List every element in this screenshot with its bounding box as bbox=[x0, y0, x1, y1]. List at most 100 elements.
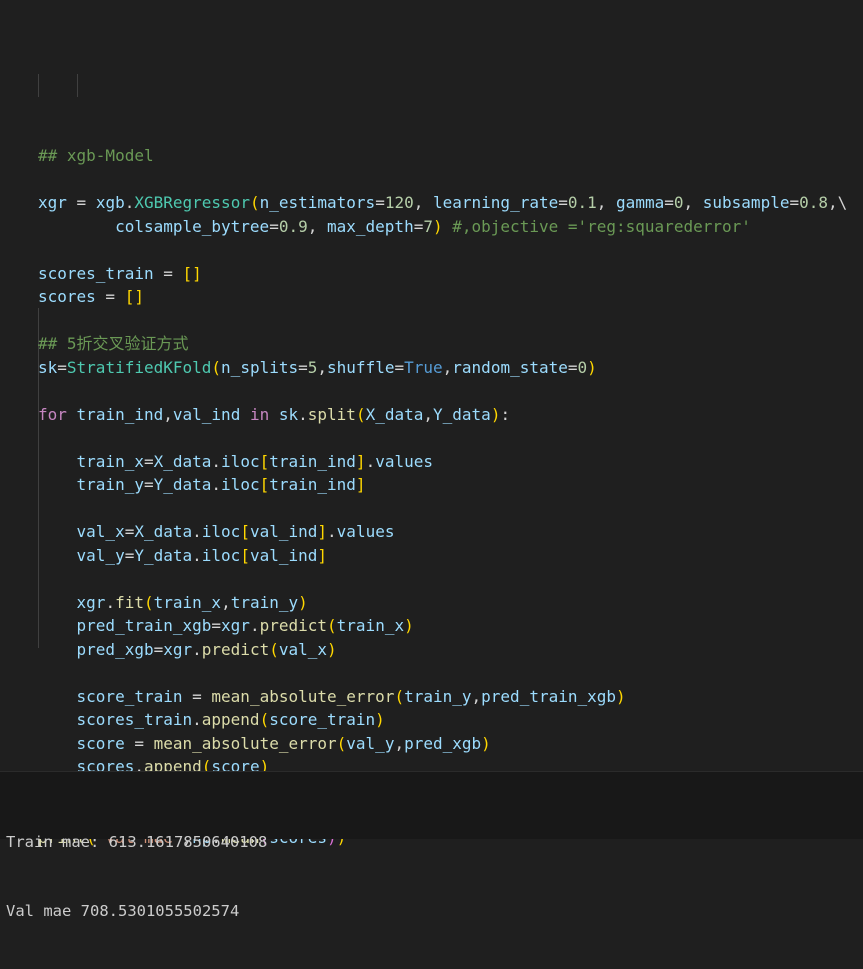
code-line[interactable]: scores = [] bbox=[38, 285, 847, 309]
code-token: ( bbox=[259, 710, 270, 729]
code-line[interactable] bbox=[38, 379, 847, 403]
indent-guide bbox=[38, 73, 39, 97]
code-token: xgr bbox=[76, 592, 106, 612]
code-token: ) bbox=[432, 216, 443, 236]
code-token: ( bbox=[249, 193, 260, 212]
code-token: = bbox=[153, 263, 183, 283]
code-token: ) bbox=[587, 357, 597, 377]
code-token: = bbox=[211, 616, 222, 635]
code-line[interactable]: colsample_bytree=0.9, max_depth=7) #,obj… bbox=[38, 215, 847, 239]
code-token: val_x bbox=[278, 639, 328, 659]
code-token: in bbox=[240, 404, 279, 424]
code-token: = bbox=[124, 733, 154, 753]
code-token: val_ind bbox=[249, 545, 318, 565]
code-token: sk bbox=[38, 357, 58, 377]
code-token: [ bbox=[259, 451, 270, 471]
code-token: . bbox=[192, 545, 202, 565]
code-token: StratifiedKFold bbox=[66, 357, 212, 377]
code-line[interactable]: sk=StratifiedKFold(n_splits=5,shuffle=Tr… bbox=[38, 356, 847, 380]
code-line[interactable]: val_x=X_data.iloc[val_ind].values bbox=[38, 520, 847, 544]
code-token: xgr bbox=[221, 616, 250, 635]
code-token: = bbox=[269, 216, 279, 236]
code-line[interactable] bbox=[38, 497, 847, 521]
code-token: , bbox=[471, 686, 482, 706]
code-token: , bbox=[221, 592, 231, 612]
code-token: . bbox=[124, 193, 135, 212]
code-line[interactable]: val_y=Y_data.iloc[val_ind] bbox=[38, 544, 847, 568]
code-token: . bbox=[327, 522, 337, 541]
code-token: . bbox=[365, 451, 376, 471]
code-token: colsample_bytree bbox=[115, 216, 270, 236]
code-token: score_train bbox=[269, 710, 376, 729]
code-token: scores_train bbox=[38, 263, 154, 283]
code-line[interactable] bbox=[38, 238, 847, 262]
code-token: . bbox=[298, 404, 308, 424]
code-editor[interactable]: ## xgb-Model xgr = xgb.XGBRegressor(n_es… bbox=[38, 3, 847, 849]
cell-output: Train mae: 613.1617850640108 Val mae 708… bbox=[0, 771, 863, 920]
code-token: True bbox=[404, 357, 443, 377]
code-token: 0.9 bbox=[278, 216, 308, 236]
code-line[interactable]: for train_ind,val_ind in sk.split(X_data… bbox=[38, 403, 847, 427]
code-line[interactable]: ## xgb-Model bbox=[38, 144, 847, 168]
code-token: = bbox=[153, 639, 164, 659]
code-token: sk bbox=[278, 404, 299, 424]
code-token: X_data bbox=[365, 404, 424, 424]
code-line[interactable]: pred_train_xgb=xgr.predict(train_x) bbox=[38, 614, 847, 638]
code-token: , bbox=[307, 216, 327, 236]
code-line[interactable]: scores_train.append(score_train) bbox=[38, 708, 847, 732]
code-line[interactable] bbox=[38, 661, 847, 685]
code-line[interactable]: train_x=X_data.iloc[train_ind].values bbox=[38, 450, 847, 474]
code-line[interactable]: xgr.fit(train_x,train_y) bbox=[38, 591, 847, 615]
code-line[interactable]: score_train = mean_absolute_error(train_… bbox=[38, 685, 847, 709]
code-line[interactable]: ## 5折交叉验证方式 bbox=[38, 332, 847, 356]
code-token: = bbox=[143, 475, 154, 494]
code-token: fit bbox=[115, 592, 144, 612]
code-token: ( bbox=[394, 686, 405, 706]
code-line[interactable]: pred_xgb=xgr.predict(val_x) bbox=[38, 638, 847, 662]
code-token: mean_absolute_error bbox=[153, 733, 337, 753]
code-token: = bbox=[567, 357, 578, 377]
code-line[interactable] bbox=[38, 567, 847, 591]
code-token: 0 bbox=[673, 193, 684, 212]
code-token: learning_rate bbox=[433, 193, 559, 212]
code-token: scores_train bbox=[76, 710, 193, 729]
code-token: [] bbox=[182, 263, 202, 283]
code-line[interactable]: score = mean_absolute_error(val_y,pred_x… bbox=[38, 732, 847, 756]
code-line[interactable]: xgr = xgb.XGBRegressor(n_estimators=120,… bbox=[38, 191, 847, 215]
code-line[interactable] bbox=[38, 309, 847, 333]
code-token: 5 bbox=[307, 357, 318, 377]
code-token: predict bbox=[259, 616, 328, 635]
code-token: = bbox=[124, 545, 135, 565]
code-token: , bbox=[423, 404, 434, 424]
code-token: iloc bbox=[201, 545, 241, 565]
code-token: , bbox=[317, 357, 328, 377]
indent-guide bbox=[76, 73, 78, 97]
code-token: n_splits bbox=[221, 357, 299, 377]
code-line[interactable] bbox=[38, 168, 847, 192]
code-token: ] bbox=[317, 545, 328, 565]
code-line[interactable] bbox=[38, 426, 847, 450]
code-token: 7 bbox=[423, 216, 433, 236]
output-line-val-mae: Val mae 708.5301055502574 bbox=[6, 902, 240, 920]
code-line[interactable]: train_y=Y_data.iloc[train_ind] bbox=[38, 473, 847, 497]
code-token: val_x bbox=[76, 522, 125, 541]
code-token: , bbox=[394, 733, 405, 753]
code-token: val_y bbox=[346, 733, 395, 753]
code-token: = bbox=[143, 451, 154, 471]
code-cell[interactable]: ## xgb-Model xgr = xgb.XGBRegressor(n_es… bbox=[0, 0, 863, 847]
code-token: train_x bbox=[153, 592, 222, 612]
code-line[interactable]: scores_train = [] bbox=[38, 262, 847, 286]
code-token: iloc bbox=[221, 475, 260, 494]
code-token: : bbox=[500, 404, 511, 424]
code-token: = bbox=[124, 522, 135, 541]
code-token: Y_data bbox=[433, 404, 491, 424]
code-token: ## xgb-Model bbox=[38, 146, 154, 165]
code-token: ( bbox=[355, 404, 366, 424]
code-token: train_y bbox=[404, 686, 472, 706]
